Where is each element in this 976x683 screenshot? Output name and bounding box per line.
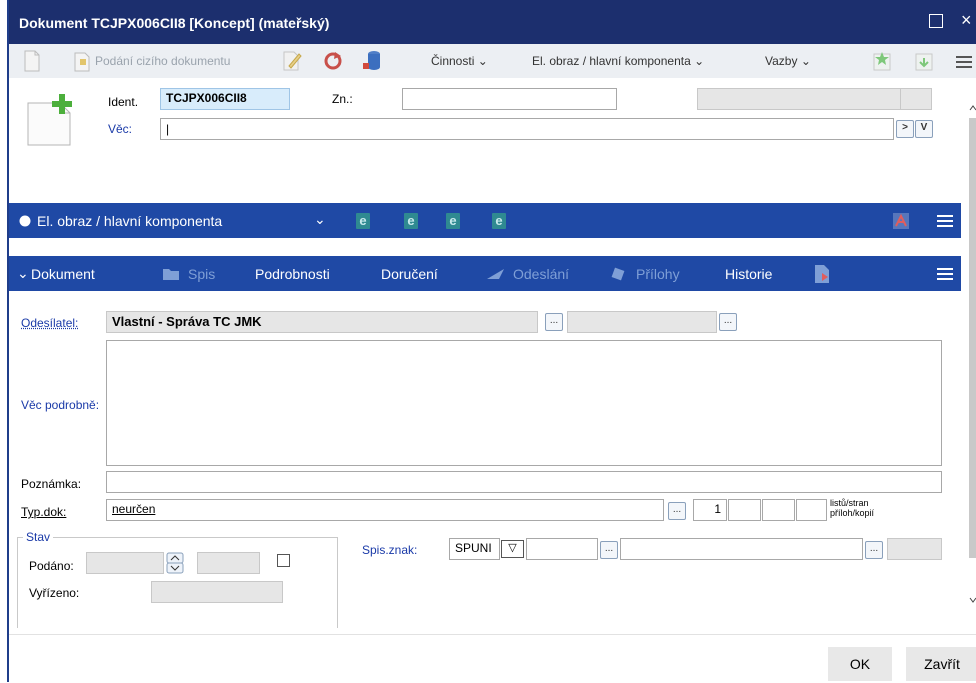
chevron-down-icon[interactable]: ⌄ [17, 265, 29, 282]
header-readonly-field [697, 88, 901, 110]
tab-doruceni[interactable]: Doručení [381, 266, 438, 282]
vec-field[interactable]: | [160, 118, 894, 140]
attachment-icon [611, 267, 625, 281]
vec-more-button[interactable]: > [896, 120, 914, 138]
el-obraz-bar: El. obraz / hlavní komponenta ⌄ [9, 203, 961, 238]
vazby-menu[interactable]: Vazby ⌄ [765, 54, 811, 68]
odesilatel-field[interactable]: Vlastní - Správa TC JMK [106, 311, 538, 333]
database-icon[interactable] [361, 49, 383, 73]
ident-field[interactable]: TCJPX006CII8 [160, 88, 290, 110]
title-bar: Dokument TCJPX006CII8 [Koncept] (mateřsk… [9, 0, 976, 44]
document-window: Dokument TCJPX006CII8 [Koncept] (mateřsk… [7, 0, 976, 683]
vyrizeno-field[interactable] [151, 581, 283, 603]
tab-odeslani[interactable]: Odeslání [513, 266, 569, 282]
pocet-priloh-field[interactable] [762, 499, 795, 521]
scrollbar[interactable] [968, 78, 976, 634]
stav-legend: Stav [23, 530, 54, 544]
refresh-icon[interactable] [321, 50, 345, 72]
edit-icon[interactable] [281, 50, 303, 72]
dokument-bar-label[interactable]: Dokument [31, 266, 95, 282]
vec-podrobne-label: Věc podrobně: [21, 398, 100, 412]
el-obraz-menu[interactable]: El. obraz / hlavní komponenta ⌄ [532, 54, 704, 68]
typ-dok-label[interactable]: Typ.dok: [21, 505, 66, 519]
odesilatel-label: Odesílatel: [21, 316, 79, 330]
radio-dot-icon [19, 215, 31, 227]
toolbar: Podání cizího dokumentu Činnosti ⌄ El. o… [9, 44, 976, 79]
spis-znak-browse-button[interactable]: ... [600, 541, 618, 559]
chevron-down-icon: ⌄ [800, 54, 811, 68]
chevron-down-icon: ⌄ [694, 54, 705, 68]
typ-dok-field[interactable]: neurčen [106, 499, 664, 521]
pdf-icon[interactable] [892, 212, 910, 230]
chevron-down-icon[interactable]: ▽ [501, 540, 524, 558]
footer: OK Zavřít [9, 634, 976, 683]
listu-stran-label: listů/stran [830, 498, 869, 508]
header-panel: Ident. TCJPX006CII8 Zn.: Věc: | > V [9, 78, 976, 203]
chevron-down-icon: ⌄ [477, 54, 488, 68]
poznamka-label: Poznámka: [21, 477, 82, 491]
maximize-icon[interactable] [929, 14, 943, 28]
spis-znak-desc-browse-button[interactable]: ... [865, 541, 883, 559]
tab-prilohy[interactable]: Přílohy [636, 266, 680, 282]
send-icon [487, 269, 504, 279]
priloh-kopii-label: příloh/kopií [830, 508, 875, 518]
podano-time-field[interactable] [197, 552, 260, 574]
el-obraz-bar-label[interactable]: El. obraz / hlavní komponenta [37, 213, 222, 229]
podano-date-field[interactable] [86, 552, 164, 574]
spis-znak-select[interactable]: SPUNI [449, 538, 500, 560]
ok-button[interactable]: OK [828, 647, 892, 681]
pocet-listu-field[interactable]: 1 [693, 499, 727, 521]
spis-znak-field-2[interactable] [526, 538, 598, 560]
foreign-document-button[interactable]: Podání cizího dokumentu [95, 54, 230, 68]
cinnosti-label: Činnosti [431, 54, 475, 68]
scrollbar-track-icon [969, 105, 976, 603]
podano-label: Podáno: [29, 559, 74, 573]
pocet-kopii-field[interactable] [796, 499, 827, 521]
vec-label: Věc: [108, 122, 133, 136]
close-icon[interactable]: × [961, 10, 972, 31]
e-icon-1[interactable]: e [356, 213, 370, 229]
spis-znak-readonly-field [887, 538, 942, 560]
document-new-icon [27, 94, 72, 146]
typ-dok-browse-button[interactable]: ... [668, 502, 686, 520]
vec-v-button[interactable]: V [915, 120, 933, 138]
spis-znak-label: Spis.znak: [362, 543, 418, 557]
tab-podrobnosti[interactable]: Podrobnosti [255, 266, 330, 282]
ident-label: Ident. [108, 95, 139, 109]
spis-znak-desc-field[interactable] [620, 538, 863, 560]
cinnosti-menu[interactable]: Činnosti ⌄ [431, 54, 488, 68]
vyrizeno-label: Vyřízeno: [29, 586, 80, 600]
vec-podrobne-textarea[interactable] [106, 340, 942, 466]
foreign-document-icon[interactable] [73, 50, 93, 72]
window-title: Dokument TCJPX006CII8 [Koncept] (mateřsk… [19, 15, 330, 31]
spin-stepper-icon[interactable] [166, 552, 184, 574]
el-obraz-label: El. obraz / hlavní komponenta [532, 54, 691, 68]
star-doc-icon[interactable] [871, 50, 893, 72]
odesilatel-extra-field [567, 311, 717, 333]
dokument-bar: ⌄ Dokument Spis Podrobnosti Doručení Ode… [9, 256, 961, 291]
odesilatel-browse-button[interactable]: ... [545, 313, 563, 331]
chevron-down-icon[interactable]: ⌄ [314, 211, 326, 228]
el-obraz-menu-icon[interactable] [937, 215, 953, 227]
tab-spis[interactable]: Spis [188, 266, 215, 282]
document-extra-icon[interactable] [813, 264, 831, 284]
zn-field[interactable] [402, 88, 617, 110]
tab-historie[interactable]: Historie [725, 266, 772, 282]
e-icon-3[interactable]: e [446, 213, 460, 229]
dokument-menu-icon[interactable] [937, 268, 953, 280]
vazby-label: Vazby [765, 54, 798, 68]
odesilatel-extra-browse-button[interactable]: ... [719, 313, 737, 331]
folder-icon [163, 269, 179, 280]
e-icon-2[interactable]: e [404, 213, 418, 229]
toolbar-menu-icon[interactable] [956, 56, 972, 68]
header-readonly-field-2 [900, 88, 932, 110]
zn-label: Zn.: [332, 92, 353, 106]
e-icon-4[interactable]: e [492, 213, 506, 229]
download-doc-icon[interactable] [913, 50, 935, 72]
podano-checkbox[interactable] [277, 554, 290, 567]
new-document-icon[interactable] [23, 50, 41, 72]
close-button[interactable]: Zavřít [906, 647, 976, 681]
pocet-stran-field[interactable] [728, 499, 761, 521]
poznamka-field[interactable] [106, 471, 942, 493]
